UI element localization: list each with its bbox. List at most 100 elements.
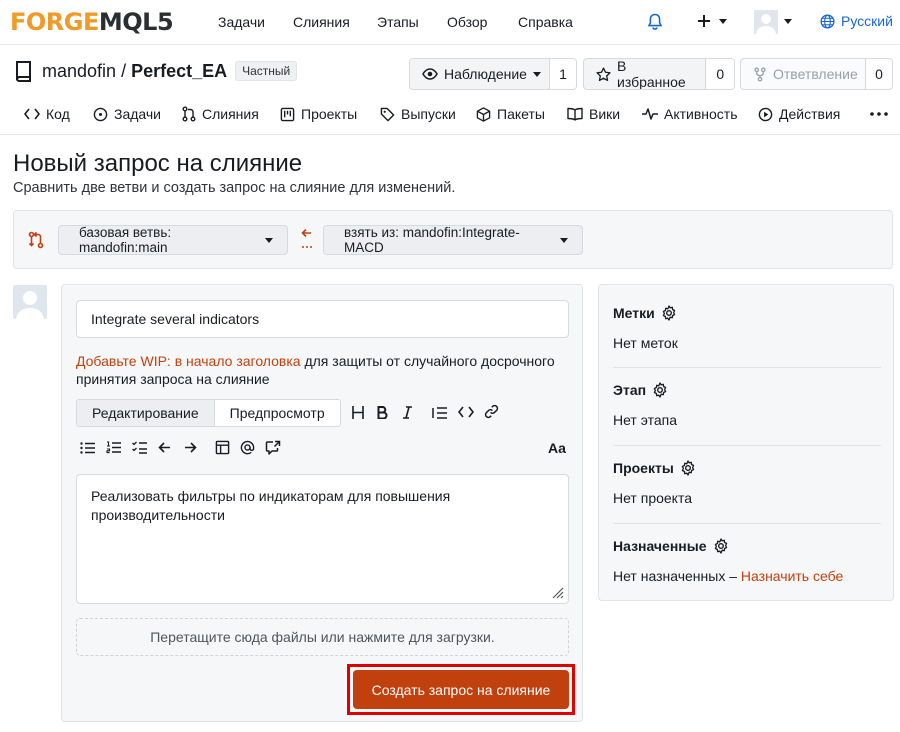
milestone-heading: Этап <box>613 382 647 398</box>
head-branch-selector[interactable]: взять из: mandofin:Integrate-MACD <box>323 225 583 255</box>
projects-value: Нет проекта <box>613 490 692 506</box>
logo[interactable]: FORGEMQL5 <box>10 7 174 37</box>
user-avatar <box>13 285 47 319</box>
nav-issues[interactable]: Задачи <box>218 14 265 30</box>
repo-title[interactable]: mandofin / Perfect_EA <box>42 61 227 82</box>
pull-request-sidebar: Метки Нет меток Этап Нет этапа Проекты Н… <box>598 284 894 601</box>
language-label: Русский <box>841 13 893 29</box>
tab-pulls-label: Слияния <box>202 106 259 122</box>
tab-actions-label: Действия <box>779 106 841 122</box>
italic-icon[interactable] <box>402 406 413 419</box>
star-label: В избранное <box>617 58 686 90</box>
tab-edit[interactable]: Редактирование <box>77 400 215 426</box>
description-textarea[interactable]: Реализовать фильтры по индикаторам для п… <box>76 474 569 604</box>
nav-help[interactable]: Справка <box>518 14 573 30</box>
chevron-down-icon <box>265 237 273 243</box>
nav-milestones[interactable]: Этапы <box>377 14 419 30</box>
resize-handle-icon[interactable] <box>550 585 564 599</box>
tab-code[interactable]: Код <box>24 106 70 122</box>
repo-icon <box>14 60 34 82</box>
chevron-down-icon <box>532 71 541 77</box>
arrow-left-icon <box>301 227 313 251</box>
divider <box>613 367 881 368</box>
file-dropzone[interactable]: Перетащите сюда файлы или нажмите для за… <box>76 618 569 656</box>
bold-icon[interactable] <box>377 406 388 419</box>
labels-heading: Метки <box>613 305 655 321</box>
compare-branches: базовая ветвь: mandofin:main взять из: m… <box>13 210 893 269</box>
issue-icon <box>93 107 108 122</box>
tab-releases[interactable]: Выпуски <box>380 106 456 122</box>
bullet-list-icon[interactable] <box>80 442 95 454</box>
bell-icon[interactable] <box>647 13 663 31</box>
eye-icon <box>422 68 438 80</box>
assignees-section: Назначенные Нет назначенных – Назначить … <box>613 538 881 584</box>
repo-tabs: Код Задачи Слияния Проекты Выпуски Пакет… <box>0 95 900 135</box>
task-list-icon[interactable] <box>132 441 147 454</box>
star-count[interactable]: 0 <box>706 59 734 89</box>
book-icon <box>567 107 583 121</box>
title-input[interactable] <box>76 300 569 338</box>
monospace-toggle-icon[interactable]: Aa <box>548 440 566 456</box>
numbered-list-icon[interactable] <box>106 441 121 454</box>
tab-preview[interactable]: Предпросмотр <box>215 400 340 426</box>
tab-actions[interactable]: Действия <box>758 106 840 122</box>
star-button[interactable]: В избранное <box>584 58 707 90</box>
wip-link[interactable]: Добавьте WIP: в начало заголовка <box>76 353 301 369</box>
fork-count[interactable]: 0 <box>866 59 892 89</box>
arrow-right-icon[interactable] <box>184 442 197 453</box>
avatar[interactable] <box>754 10 778 34</box>
tab-activity[interactable]: Активность <box>642 106 738 122</box>
cross-reference-icon[interactable] <box>265 440 281 455</box>
mention-icon[interactable] <box>240 440 255 455</box>
gear-icon[interactable] <box>652 382 668 398</box>
link-icon[interactable] <box>484 404 499 419</box>
table-icon[interactable] <box>215 440 230 455</box>
play-icon <box>758 107 773 122</box>
star-icon <box>596 66 611 82</box>
create-pull-request-button[interactable]: Создать запрос на слияние <box>353 670 569 709</box>
assignees-heading: Назначенные <box>613 538 707 554</box>
projects-section: Проекты Нет проекта <box>613 460 881 506</box>
tab-issues-label: Задачи <box>114 106 162 122</box>
gear-icon[interactable] <box>713 538 729 554</box>
watch-count[interactable]: 1 <box>550 59 576 89</box>
divider <box>613 445 881 446</box>
tab-packages[interactable]: Пакеты <box>476 106 545 122</box>
arrow-left-icon[interactable] <box>158 442 171 453</box>
projects-heading: Проекты <box>613 460 674 476</box>
tab-projects[interactable]: Проекты <box>280 106 357 122</box>
assignees-none: Нет назначенных – <box>613 568 741 584</box>
top-navbar: FORGEMQL5 Задачи Слияния Этапы Обзор Спр… <box>0 0 900 45</box>
repo-name[interactable]: Perfect_EA <box>131 61 227 81</box>
globe-icon <box>820 13 835 29</box>
tab-projects-label: Проекты <box>301 106 358 122</box>
gear-icon[interactable] <box>680 460 696 476</box>
watch-button-group: Наблюдение 1 <box>409 58 577 90</box>
heading-icon[interactable] <box>352 406 364 419</box>
milestone-section: Этап Нет этапа <box>613 382 881 428</box>
labels-section: Метки Нет меток <box>613 305 881 351</box>
tab-wiki[interactable]: Вики <box>567 106 620 122</box>
base-branch-selector[interactable]: базовая ветвь: mandofin:main <box>58 225 288 255</box>
watch-button[interactable]: Наблюдение <box>410 59 550 89</box>
tab-pulls[interactable]: Слияния <box>182 106 259 122</box>
tab-activity-label: Активность <box>664 106 738 122</box>
assign-self-link[interactable]: Назначить себе <box>741 568 843 584</box>
language-selector[interactable]: Русский <box>820 13 893 29</box>
quote-icon[interactable] <box>432 407 447 419</box>
plus-icon[interactable] <box>697 14 711 28</box>
tab-issues[interactable]: Задачи <box>93 106 161 122</box>
nav-explore[interactable]: Обзор <box>447 14 487 30</box>
fork-icon <box>753 66 767 82</box>
pull-request-form: Добавьте WIP: в начало заголовка для защ… <box>61 284 583 722</box>
more-icon[interactable] <box>870 112 888 116</box>
assignees-value: Нет назначенных – Назначить себе <box>613 568 881 584</box>
nav-pulls[interactable]: Слияния <box>293 14 350 30</box>
divider <box>613 523 881 524</box>
fork-button[interactable]: Ответвление <box>741 59 866 89</box>
code-icon[interactable] <box>458 406 474 418</box>
gear-icon[interactable] <box>661 305 677 321</box>
chevron-down-icon[interactable] <box>784 19 792 24</box>
repo-owner[interactable]: mandofin <box>42 61 116 81</box>
chevron-down-icon[interactable] <box>719 19 727 24</box>
